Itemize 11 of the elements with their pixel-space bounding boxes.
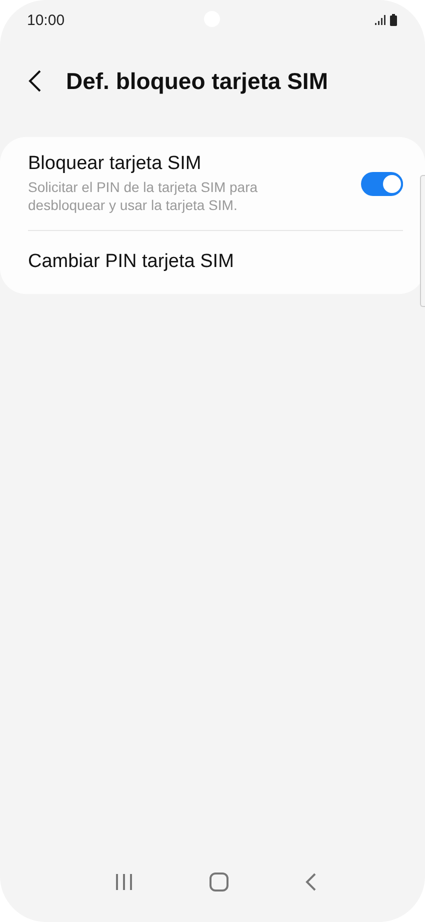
home-icon[interactable] — [208, 872, 228, 892]
page-title: Def. bloqueo tarjeta SIM — [66, 68, 328, 94]
status-time: 10:00 — [27, 12, 65, 28]
toggle-switch[interactable] — [361, 172, 403, 196]
battery-icon — [390, 14, 397, 26]
setting-description: Solicitar el PIN de la tarjeta SIM para desbloquear y usar la tarjeta SIM. — [28, 178, 259, 214]
signal-icon — [375, 15, 386, 25]
setting-title[interactable]: Bloquear tarjeta SIM — [28, 153, 361, 175]
recent-apps-icon[interactable] — [114, 873, 134, 891]
setting-title[interactable]: Cambiar PIN tarjeta SIM — [28, 251, 234, 273]
back-icon[interactable] — [304, 872, 318, 892]
